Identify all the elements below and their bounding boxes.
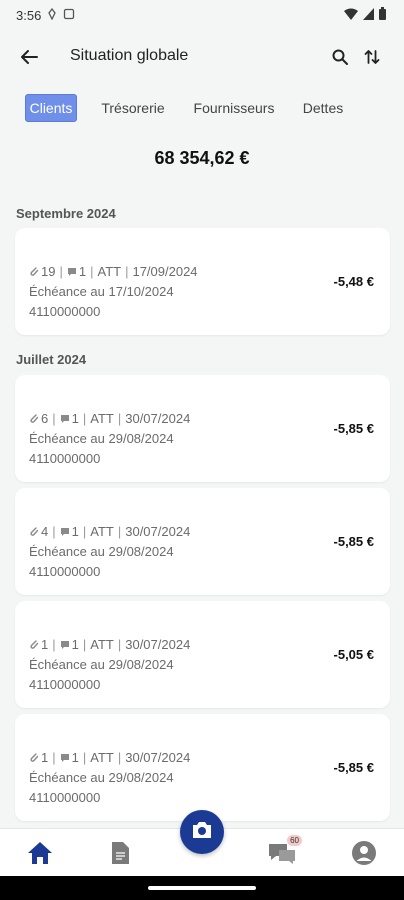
account-number: 4110000000	[29, 790, 101, 805]
document-icon[interactable]	[104, 837, 136, 869]
item-meta: 4 | 1 | ATT | 30/07/2024	[29, 524, 190, 539]
item-meta: 1 | 1 | ATT | 30/07/2024	[29, 750, 190, 765]
comment-icon	[60, 640, 70, 650]
search-icon[interactable]	[328, 45, 352, 69]
item-amount: -5,48 €	[333, 274, 374, 289]
signal-icon	[363, 7, 374, 23]
tab-dettes[interactable]: Dettes	[298, 94, 348, 122]
attachment-count: 1	[41, 637, 49, 652]
section-header-july: Juillet 2024	[16, 352, 87, 367]
sort-icon[interactable]	[360, 45, 384, 69]
comment-icon	[60, 527, 70, 537]
due-date: Échéance au 29/08/2024	[29, 770, 174, 785]
list-item[interactable]: 6 | 1 | ATT | 30/07/2024 Échéance au 29/…	[15, 375, 390, 482]
status-bar: 3:56	[0, 0, 404, 30]
item-date: 30/07/2024	[125, 637, 191, 652]
comment-icon	[60, 753, 70, 763]
item-date: 30/07/2024	[125, 750, 191, 765]
item-amount: -5,85 €	[333, 421, 374, 436]
battery-icon	[379, 7, 386, 23]
comment-count: 1	[71, 637, 79, 652]
account-number: 4110000000	[29, 304, 101, 319]
section-header-september: Septembre 2024	[16, 206, 116, 221]
paperclip-icon	[29, 526, 39, 537]
item-meta: 19 | 1 | ATT | 17/09/2024	[29, 264, 198, 279]
tab-fournisseurs[interactable]: Fournisseurs	[190, 94, 278, 122]
home-icon[interactable]	[24, 837, 56, 869]
camera-button[interactable]	[180, 810, 224, 854]
messages-badge: 60	[287, 835, 302, 846]
status-label: ATT	[97, 264, 122, 279]
paperclip-icon	[29, 639, 39, 650]
camera-icon	[191, 821, 213, 844]
status-label: ATT	[90, 524, 114, 539]
notification-icon	[47, 7, 57, 23]
status-time: 3:56	[16, 7, 42, 23]
chat-icon[interactable]: 60	[266, 835, 302, 869]
status-label: ATT	[90, 750, 114, 765]
paperclip-icon	[29, 752, 39, 763]
status-label: ATT	[90, 411, 114, 426]
list-item[interactable]: 1 | 1 | ATT | 30/07/2024 Échéance au 29/…	[15, 601, 390, 708]
back-arrow-icon[interactable]	[16, 44, 42, 70]
item-amount: -5,05 €	[333, 647, 374, 662]
comment-count: 1	[71, 750, 79, 765]
tab-bar: Clients Trésorerie Fournisseurs Dettes	[0, 94, 404, 124]
due-date: Échéance au 29/08/2024	[29, 657, 174, 672]
item-amount: -5,85 €	[333, 760, 374, 775]
due-date: Échéance au 29/08/2024	[29, 544, 174, 559]
comment-icon	[60, 414, 70, 424]
screenshot-icon	[63, 8, 75, 23]
attachment-count: 4	[41, 524, 49, 539]
total-amount: 68 354,62 €	[154, 148, 250, 168]
account-number: 4110000000	[29, 564, 101, 579]
item-date: 30/07/2024	[125, 411, 191, 426]
home-gesture-pill[interactable]	[148, 886, 256, 890]
list-item[interactable]: 4 | 1 | ATT | 30/07/2024 Échéance au 29/…	[15, 488, 390, 595]
item-amount: -5,85 €	[333, 534, 374, 549]
status-label: ATT	[90, 637, 114, 652]
attachment-count: 1	[41, 750, 49, 765]
account-number: 4110000000	[29, 451, 101, 466]
page-title: Situation globale	[70, 47, 189, 64]
profile-icon[interactable]	[348, 837, 380, 869]
comment-count: 1	[78, 264, 87, 279]
tab-tresorerie[interactable]: Trésorerie	[97, 94, 169, 122]
account-number: 4110000000	[29, 677, 101, 692]
comment-count: 1	[71, 524, 79, 539]
paperclip-icon	[29, 413, 39, 424]
paperclip-icon	[29, 266, 39, 277]
item-date: 17/09/2024	[132, 264, 198, 279]
attachment-count: 6	[41, 411, 49, 426]
tab-clients[interactable]: Clients	[25, 94, 77, 122]
list-item[interactable]: 1 | 1 | ATT | 30/07/2024 Échéance au 29/…	[15, 714, 390, 821]
comment-icon	[67, 267, 77, 277]
item-date: 30/07/2024	[125, 524, 191, 539]
comment-count: 1	[71, 411, 79, 426]
item-meta: 6 | 1 | ATT | 30/07/2024	[29, 411, 190, 426]
attachment-count: 19	[41, 264, 56, 279]
wifi-icon	[344, 8, 358, 23]
app-bar: Situation globale	[0, 34, 404, 80]
due-date: Échéance au 17/10/2024	[29, 284, 174, 299]
list-item[interactable]: 19 | 1 | ATT | 17/09/2024 Échéance au 17…	[15, 228, 390, 335]
due-date: Échéance au 29/08/2024	[29, 431, 174, 446]
system-nav-bar	[0, 876, 404, 900]
item-meta: 1 | 1 | ATT | 30/07/2024	[29, 637, 190, 652]
